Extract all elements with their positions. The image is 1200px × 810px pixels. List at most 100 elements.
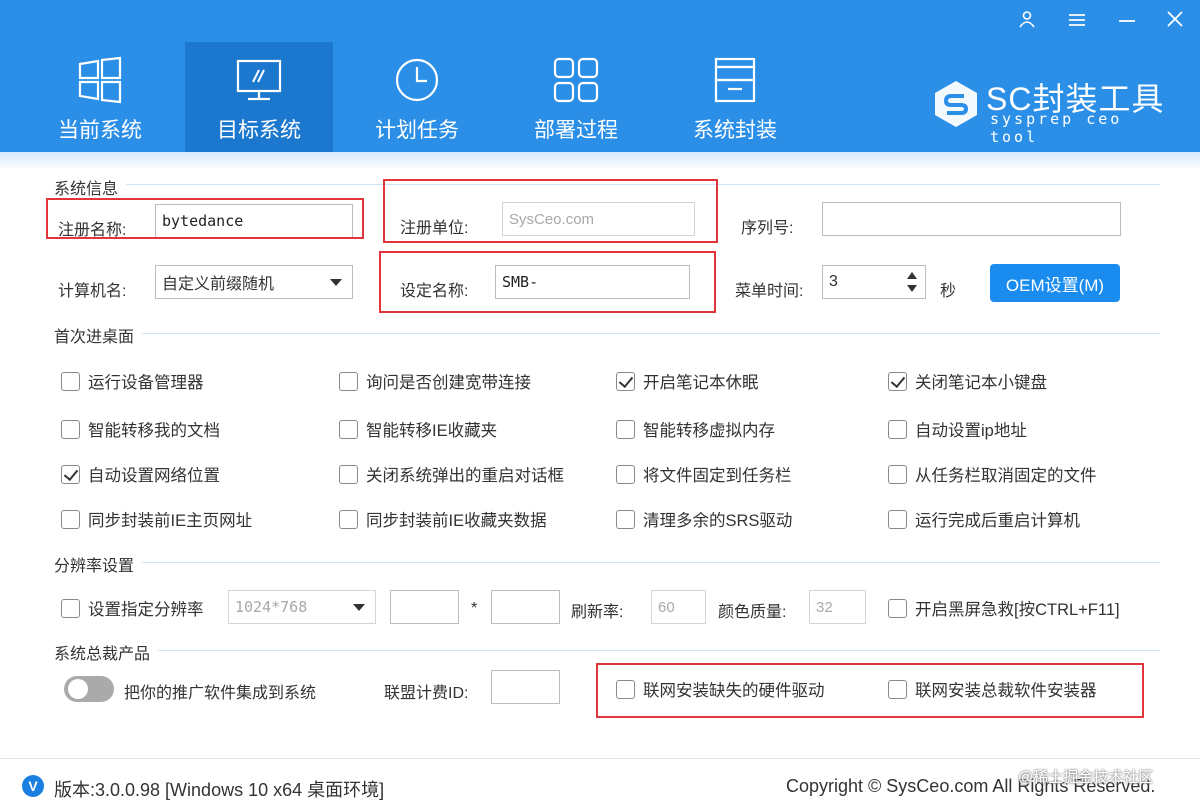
checkbox-label: 开启黑屏急救[按CTRL+F11] (915, 601, 1120, 619)
checkbox-label: 智能转移虚拟内存 (643, 422, 775, 440)
computer-name-select[interactable]: 自定义前缀随机 (155, 265, 353, 299)
package-icon (711, 56, 759, 104)
menu-time-value: 3 (829, 273, 838, 290)
tab-current-system[interactable]: 当前系统 (26, 42, 174, 152)
checkbox-box (339, 509, 358, 529)
first-desktop-option-checkbox[interactable]: 智能转移虚拟内存 (616, 417, 775, 441)
refresh-rate-input[interactable]: 60 (651, 590, 706, 624)
first-desktop-option-checkbox[interactable]: 关闭系统弹出的重启对话框 (339, 462, 564, 486)
first-desktop-option-checkbox[interactable]: 将文件固定到任务栏 (616, 462, 792, 486)
checkbox-label: 联网安装缺失的硬件驱动 (643, 682, 825, 700)
checkbox-box (888, 464, 907, 484)
tab-label: 当前系统 (58, 119, 142, 142)
checkbox-label: 运行设备管理器 (88, 374, 204, 392)
checkbox-box (888, 598, 907, 618)
first-desktop-option-checkbox[interactable]: 智能转移IE收藏夹 (339, 417, 497, 441)
tab-target-system[interactable]: 目标系统 (185, 42, 333, 152)
highlight-box (383, 179, 718, 243)
app-header: 当前系统 目标系统 计划任务 部署过程 系统封装 SC封装工具 sysprep … (0, 0, 1200, 152)
serial-input[interactable] (822, 202, 1121, 236)
checkbox-label: 从任务栏取消固定的文件 (915, 467, 1097, 485)
checkbox-label: 自动设置网络位置 (88, 467, 220, 485)
checkbox-label: 开启笔记本休眠 (643, 374, 759, 392)
resolution-width-input[interactable] (390, 590, 459, 624)
checkbox-label: 清理多余的SRS驱动 (643, 512, 793, 530)
first-desktop-option-checkbox[interactable]: 同步封装前IE主页网址 (61, 507, 252, 531)
stepper-up-icon[interactable] (907, 272, 917, 279)
first-desktop-option-checkbox[interactable]: 关闭笔记本小键盘 (888, 369, 1047, 393)
first-desktop-option-checkbox[interactable]: 清理多余的SRS驱动 (616, 507, 792, 531)
menu-icon[interactable] (1062, 8, 1092, 34)
windows-icon (76, 56, 124, 104)
checkbox-box (61, 509, 80, 529)
color-quality-input[interactable]: 32 (809, 590, 866, 624)
chevron-down-icon (330, 279, 342, 286)
menu-time-stepper[interactable]: 3 (822, 265, 926, 299)
checkbox-label: 运行完成后重启计算机 (915, 512, 1080, 530)
version-text: 版本:3.0.0.98 [Windows 10 x64 桌面环境] (54, 780, 385, 800)
checkbox-label: 自动设置ip地址 (915, 422, 1027, 440)
checkbox-box (339, 464, 358, 484)
first-desktop-option-checkbox[interactable]: 自动设置ip地址 (888, 417, 1027, 441)
tab-label: 目标系统 (217, 119, 301, 142)
monitor-icon (235, 56, 283, 104)
sc-logo-icon (935, 81, 977, 127)
checkbox-box (339, 371, 358, 391)
highlight-box (46, 198, 364, 239)
first-desktop-option-checkbox[interactable]: 自动设置网络位置 (61, 462, 220, 486)
header-fade (0, 152, 1200, 170)
close-icon[interactable] (1160, 8, 1190, 34)
checkbox-box (888, 679, 907, 699)
section-title-products: 系统总裁产品 (54, 640, 159, 664)
clock-icon (393, 56, 441, 104)
install-installer-checkbox[interactable]: 联网安装总裁软件安装器 (888, 677, 1097, 701)
grid-icon (552, 56, 600, 104)
brand-logo: SC封装工具 sysprep ceo tool (930, 70, 1180, 146)
toggle-knob (68, 679, 88, 699)
first-desktop-option-checkbox[interactable]: 询问是否创建宽带连接 (339, 369, 531, 393)
checkbox-label: 联网安装总裁软件安装器 (915, 682, 1097, 700)
alliance-id-input[interactable] (491, 670, 560, 704)
section-divider (54, 562, 1160, 563)
footer-divider (0, 758, 1200, 759)
first-desktop-option-checkbox[interactable]: 从任务栏取消固定的文件 (888, 462, 1097, 486)
checkbox-label: 关闭笔记本小键盘 (915, 374, 1047, 392)
checkbox-label: 同步封装前IE主页网址 (88, 512, 253, 530)
promo-toggle-label: 把你的推广软件集成到系统 (124, 685, 317, 702)
checkbox-label: 询问是否创建宽带连接 (366, 374, 531, 392)
blackscreen-rescue-checkbox[interactable]: 开启黑屏急救[按CTRL+F11] (888, 596, 1120, 620)
user-icon[interactable] (1012, 8, 1042, 34)
install-driver-checkbox[interactable]: 联网安装缺失的硬件驱动 (616, 677, 825, 701)
resolution-value: 1024*768 (235, 598, 308, 616)
chevron-down-icon (353, 604, 365, 611)
stepper-down-icon[interactable] (907, 285, 917, 292)
times-sign: * (471, 600, 478, 617)
alliance-id-label: 联盟计费ID: (384, 685, 469, 702)
first-desktop-option-checkbox[interactable]: 同步封装前IE收藏夹数据 (339, 507, 547, 531)
set-resolution-checkbox[interactable]: 设置指定分辨率 (61, 596, 204, 620)
first-desktop-option-checkbox[interactable]: 运行完成后重启计算机 (888, 507, 1080, 531)
checkbox-label: 智能转移我的文档 (88, 422, 220, 440)
resolution-height-input[interactable] (491, 590, 560, 624)
tab-system-package[interactable]: 系统封装 (661, 42, 809, 152)
version-icon: V (22, 775, 44, 797)
first-desktop-option-checkbox[interactable]: 智能转移我的文档 (61, 417, 220, 441)
tab-scheduled-tasks[interactable]: 计划任务 (343, 42, 491, 152)
resolution-select[interactable]: 1024*768 (228, 590, 376, 624)
checkbox-label: 同步封装前IE收藏夹数据 (366, 512, 547, 530)
checkbox-label: 智能转移IE收藏夹 (366, 422, 498, 440)
serial-label: 序列号: (741, 220, 794, 237)
tab-label: 部署过程 (534, 119, 618, 142)
checkbox-box (616, 419, 635, 439)
menu-time-label: 菜单时间: (735, 283, 804, 300)
first-desktop-option-checkbox[interactable]: 开启笔记本休眠 (616, 369, 759, 393)
tab-deployment[interactable]: 部署过程 (502, 42, 650, 152)
refresh-rate-label: 刷新率: (571, 604, 624, 621)
minimize-icon[interactable] (1112, 8, 1142, 34)
section-title-resolution: 分辨率设置 (54, 552, 143, 576)
first-desktop-option-checkbox[interactable]: 运行设备管理器 (61, 369, 204, 393)
oem-settings-button[interactable]: OEM设置(M) (990, 264, 1120, 302)
computer-name-value: 自定义前缀随机 (162, 276, 275, 293)
promo-toggle[interactable] (64, 676, 114, 702)
color-quality-label: 颜色质量: (718, 604, 787, 621)
